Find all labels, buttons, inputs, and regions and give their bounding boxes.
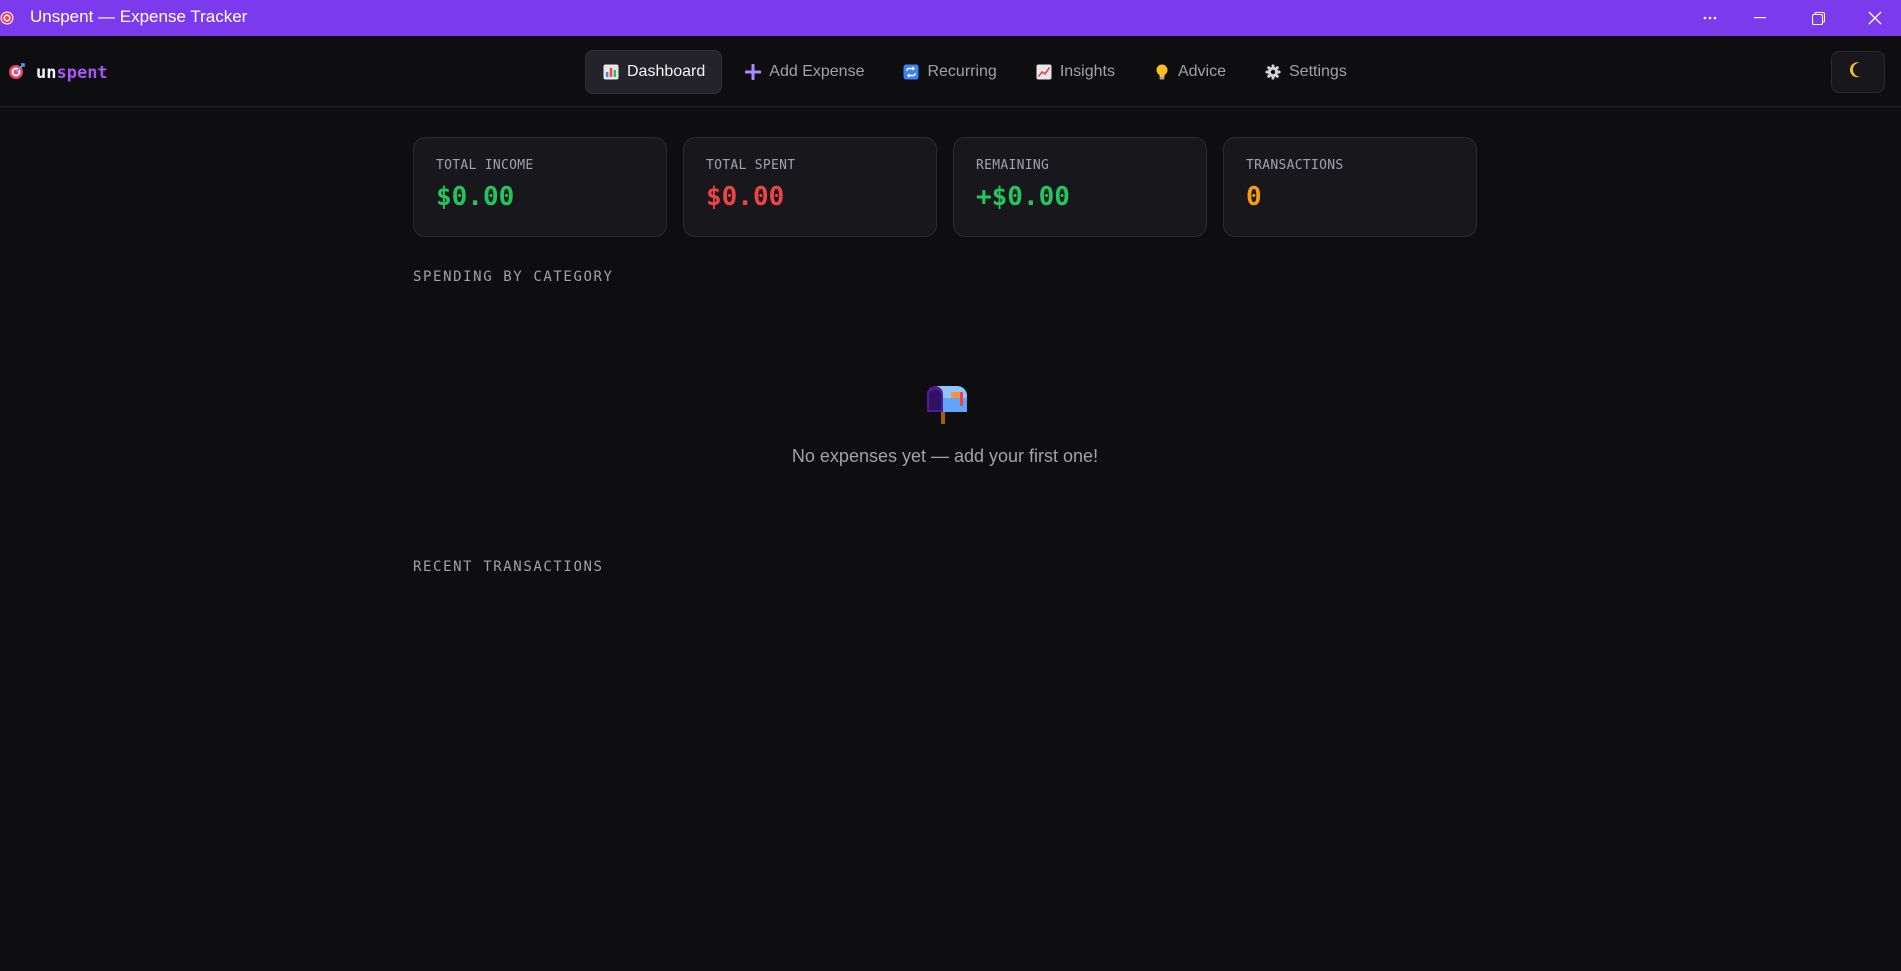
app-header: unspent Dashboard Add Expense Recurring … <box>0 36 1901 107</box>
gear-icon <box>1264 63 1282 81</box>
theme-toggle-button[interactable] <box>1831 51 1885 93</box>
recent-transactions-title: RECENT TRANSACTIONS <box>413 559 604 575</box>
stat-card-total-income: TOTAL INCOME $0.00 <box>413 137 667 237</box>
spending-by-category-title: SPENDING BY CATEGORY <box>413 269 614 285</box>
mailbox-icon <box>921 380 969 426</box>
summary-stats: TOTAL INCOME $0.00 TOTAL SPENT $0.00 REM… <box>413 137 1477 237</box>
stat-value: $0.00 <box>436 182 515 212</box>
more-options-button[interactable] <box>1682 0 1738 36</box>
nav-insights-label: Insights <box>1059 63 1115 80</box>
stat-value: 0 <box>1246 182 1262 212</box>
maximize-button[interactable] <box>1790 0 1846 36</box>
nav-add-expense-label: Add Expense <box>769 63 865 80</box>
stat-card-remaining: REMAINING +$0.00 <box>953 137 1207 237</box>
bar-chart-icon <box>602 63 620 81</box>
maximize-icon <box>1811 11 1825 25</box>
nav-settings-label: Settings <box>1289 63 1347 80</box>
brand-name: unspent <box>36 63 108 83</box>
nav-settings[interactable]: Settings <box>1248 50 1363 94</box>
stat-label: TRANSACTIONS <box>1246 158 1344 173</box>
close-button[interactable] <box>1847 0 1901 36</box>
repeat-icon <box>902 63 920 81</box>
brand-prefix: un <box>36 63 57 83</box>
stat-value: $0.00 <box>706 182 785 212</box>
window-title: Unspent — Expense Tracker <box>30 7 248 26</box>
stat-label: REMAINING <box>976 158 1050 173</box>
stat-label: TOTAL SPENT <box>706 158 796 173</box>
window-title-bar: Unspent — Expense Tracker <box>0 0 1901 36</box>
minimize-icon <box>1754 17 1766 19</box>
target-icon <box>8 62 26 84</box>
plus-icon <box>744 63 762 81</box>
nav-dashboard[interactable]: Dashboard <box>585 50 723 94</box>
brand-suffix: spent <box>56 63 108 83</box>
stat-value: +$0.00 <box>976 182 1070 212</box>
trend-chart-icon <box>1035 63 1053 81</box>
nav-advice[interactable]: Advice <box>1137 50 1242 94</box>
more-icon <box>1703 16 1717 20</box>
nav-insights[interactable]: Insights <box>1019 50 1131 94</box>
stat-label: TOTAL INCOME <box>436 158 534 173</box>
lightbulb-icon <box>1153 63 1171 81</box>
stat-card-total-spent: TOTAL SPENT $0.00 <box>683 137 937 237</box>
nav-dashboard-label: Dashboard <box>627 63 706 80</box>
brand-logo[interactable]: unspent <box>8 60 108 86</box>
nav-add-expense[interactable]: Add Expense <box>728 50 880 94</box>
app-target-icon <box>0 9 14 27</box>
moon-icon <box>1848 60 1868 84</box>
nav-recurring[interactable]: Recurring <box>886 50 1012 94</box>
nav-advice-label: Advice <box>1177 63 1226 80</box>
close-icon <box>1868 11 1882 25</box>
minimize-button[interactable] <box>1732 0 1788 36</box>
stat-card-transactions: TRANSACTIONS 0 <box>1223 137 1477 237</box>
spending-empty-state: No expenses yet — add your first one! <box>413 380 1477 467</box>
main-nav: Dashboard Add Expense Recurring Insights… <box>585 50 1369 94</box>
nav-recurring-label: Recurring <box>927 63 997 80</box>
empty-state-message: No expenses yet — add your first one! <box>791 446 1099 466</box>
